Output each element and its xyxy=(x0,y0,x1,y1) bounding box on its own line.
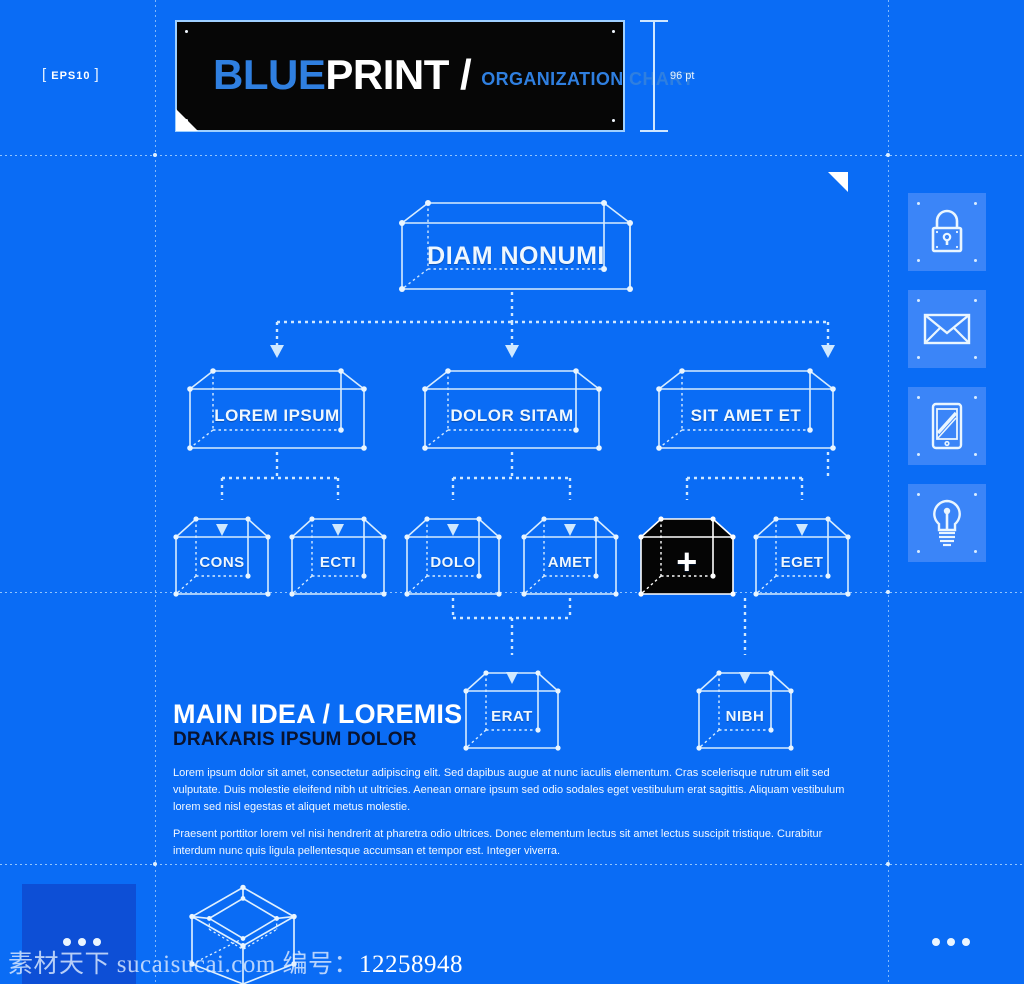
watermark-id-value: 12258948 xyxy=(359,951,464,978)
org-node-level2-2[interactable]: SIT AMET ET xyxy=(655,346,837,452)
main-idea-paragraph-1: Lorem ipsum dolor sit amet, consectetur … xyxy=(173,767,845,813)
org-node-label: DOLO xyxy=(430,554,476,571)
main-idea-block: MAIN IDEA / LOREMIS DRAKARIS IPSUM DOLOR… xyxy=(173,700,853,860)
lock-icon xyxy=(931,209,963,253)
watermark-site: 素材天下 sucaisucai.com xyxy=(8,951,276,978)
org-node-level3-3[interactable]: AMET xyxy=(520,496,620,598)
tablet-icon xyxy=(931,402,963,450)
tile-dot-bl xyxy=(917,550,920,553)
main-idea-subheading: DRAKARIS IPSUM DOLOR xyxy=(173,729,417,751)
envelope-icon xyxy=(923,313,971,345)
dot xyxy=(932,938,940,946)
icon-tile-security[interactable] xyxy=(908,193,986,271)
icon-tile-mail[interactable] xyxy=(908,290,986,368)
add-node-plus-icon[interactable]: + xyxy=(637,544,737,580)
tile-dot-tl xyxy=(917,493,920,496)
tile-dot-tr xyxy=(974,493,977,496)
tile-dot-br xyxy=(974,259,977,262)
main-idea-body: Lorem ipsum dolor sit amet, consectetur … xyxy=(173,765,845,860)
tile-dot-br xyxy=(974,453,977,456)
dot xyxy=(962,938,970,946)
org-node-label: SIT AMET ET xyxy=(690,406,802,425)
org-node-level3-1[interactable]: ECTI xyxy=(288,496,388,598)
org-node-label: CONS xyxy=(199,554,245,571)
bottom-right-dots xyxy=(932,938,970,946)
org-node-level3-0[interactable]: CONS xyxy=(172,496,272,598)
tile-dot-tr xyxy=(974,396,977,399)
org-node-label: EGET xyxy=(780,554,824,571)
org-node-level3-4-add[interactable]: + xyxy=(637,496,737,598)
tile-dot-bl xyxy=(917,259,920,262)
org-node-level2-1[interactable]: DOLOR SITAM xyxy=(421,346,603,452)
tile-dot-tl xyxy=(917,299,920,302)
org-node-level2-0[interactable]: LOREM IPSUM xyxy=(186,346,368,452)
lightbulb-icon xyxy=(933,499,961,547)
org-node-label: LOREM IPSUM xyxy=(214,406,340,425)
org-node-level3-5[interactable]: EGET xyxy=(752,496,852,598)
icon-tile-device[interactable] xyxy=(908,387,986,465)
tile-dot-bl xyxy=(917,453,920,456)
org-node-root[interactable]: DIAM NONUMI xyxy=(398,175,634,293)
blueprint-poster: [ EPS10 ] BLUEPRINT / ORGANIZATION CHART … xyxy=(0,0,1024,984)
org-node-label: AMET xyxy=(547,554,593,571)
watermark: 素材天下 sucaisucai.com 编号：12258948 xyxy=(8,944,463,980)
org-node-label: ECTI xyxy=(319,554,357,571)
org-node-level3-2[interactable]: DOLO xyxy=(403,496,503,598)
main-idea-heading: MAIN IDEA / LOREMIS xyxy=(173,699,463,729)
icon-tile-idea[interactable] xyxy=(908,484,986,562)
org-node-label: DIAM NONUMI xyxy=(427,242,605,270)
tile-dot-tr xyxy=(974,299,977,302)
tile-dot-tr xyxy=(974,202,977,205)
tile-dot-bl xyxy=(917,356,920,359)
tile-dot-tl xyxy=(917,396,920,399)
org-node-label: DOLOR SITAM xyxy=(450,406,574,425)
main-idea-paragraph-2: Praesent porttitor lorem vel nisi hendre… xyxy=(173,828,823,858)
watermark-id-label: 编号： xyxy=(282,951,360,978)
dot xyxy=(947,938,955,946)
tile-dot-tl xyxy=(917,202,920,205)
tile-dot-br xyxy=(974,356,977,359)
icon-rail xyxy=(908,193,986,581)
tile-dot-br xyxy=(974,550,977,553)
